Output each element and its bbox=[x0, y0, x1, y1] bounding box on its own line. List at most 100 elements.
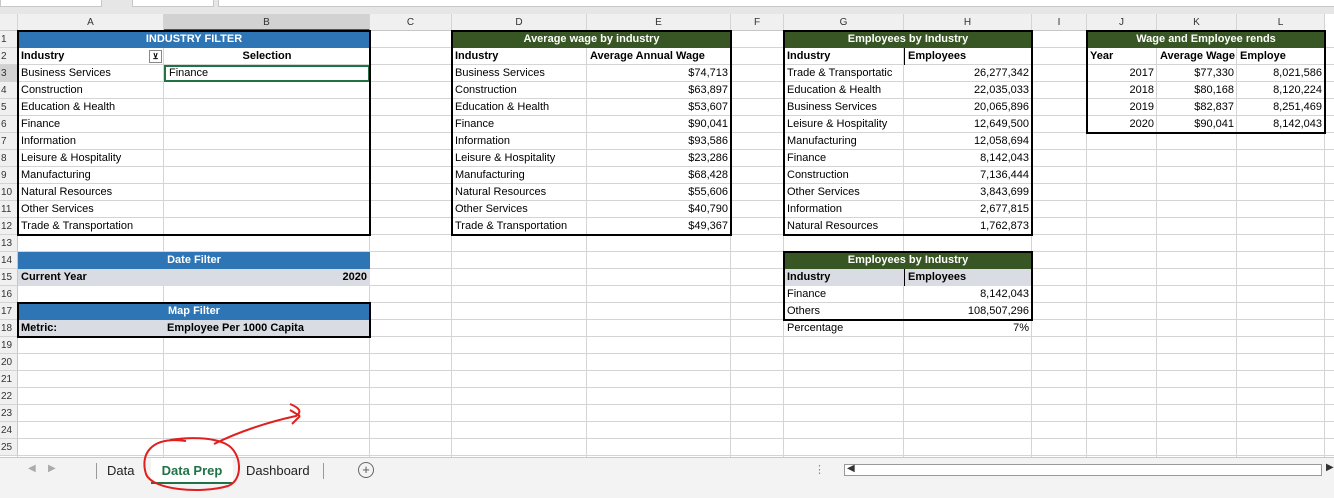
industry-filter-col-selection[interactable]: Selection bbox=[164, 48, 370, 65]
emp-industry-name[interactable]: Finance bbox=[784, 150, 904, 167]
column-header-i[interactable]: I bbox=[1032, 14, 1087, 31]
avg-wage-value[interactable]: $49,367 bbox=[587, 218, 731, 235]
column-header-h[interactable]: H bbox=[904, 14, 1032, 31]
trends-wage[interactable]: $82,837 bbox=[1157, 99, 1237, 116]
row-header-7[interactable]: 7 bbox=[0, 133, 18, 150]
row-header-9[interactable]: 9 bbox=[0, 167, 18, 184]
trends-year[interactable]: 2018 bbox=[1087, 82, 1157, 99]
emp-industry-value[interactable]: 20,065,896 bbox=[904, 99, 1032, 116]
emp-industry-value[interactable]: 3,843,699 bbox=[904, 184, 1032, 201]
industry-filter-title[interactable]: INDUSTRY FILTER bbox=[18, 31, 370, 48]
avg-wage-value[interactable]: $74,713 bbox=[587, 65, 731, 82]
trends-year[interactable]: 2020 bbox=[1087, 116, 1157, 133]
avg-wage-industry[interactable]: Manufacturing bbox=[452, 167, 587, 184]
emp-share-value[interactable]: 108,507,296 bbox=[904, 303, 1032, 320]
horizontal-scrollbar[interactable]: ◀ bbox=[844, 463, 1322, 476]
avg-wage-industry[interactable]: Business Services bbox=[452, 65, 587, 82]
column-header-b[interactable]: B bbox=[164, 14, 370, 31]
trends-title[interactable]: Wage and Employee rends bbox=[1087, 31, 1325, 48]
row-header-8[interactable]: 8 bbox=[0, 150, 18, 167]
trends-col-wage[interactable]: Average Wage bbox=[1157, 48, 1237, 65]
trends-col-year[interactable]: Year bbox=[1087, 48, 1157, 65]
row-header-12[interactable]: 12 bbox=[0, 218, 18, 235]
filter-dropdown-icon[interactable]: ⊻ bbox=[149, 50, 162, 63]
emp-industry-col-industry[interactable]: Industry bbox=[784, 48, 904, 65]
map-filter-title[interactable]: Map Filter bbox=[18, 303, 370, 320]
emp-share-name[interactable]: Others bbox=[784, 303, 904, 320]
row-header-2[interactable]: 2 bbox=[0, 48, 18, 65]
industry-filter-item[interactable]: Information bbox=[18, 133, 164, 150]
row-header-11[interactable]: 11 bbox=[0, 201, 18, 218]
avg-wage-value[interactable]: $63,897 bbox=[587, 82, 731, 99]
row-header-18[interactable]: 18 bbox=[0, 320, 18, 337]
emp-industry-col-employees[interactable]: Employees bbox=[904, 48, 1032, 65]
row-header-4[interactable]: 4 bbox=[0, 82, 18, 99]
map-filter-label[interactable]: Metric: bbox=[18, 320, 164, 337]
date-filter-label[interactable]: Current Year bbox=[18, 269, 164, 286]
tab-dashboard[interactable]: Dashboard bbox=[240, 458, 316, 484]
column-header-k[interactable]: K bbox=[1157, 14, 1237, 31]
avg-wage-industry[interactable]: Natural Resources bbox=[452, 184, 587, 201]
avg-wage-value[interactable]: $93,586 bbox=[587, 133, 731, 150]
row-header-25[interactable]: 25 bbox=[0, 439, 18, 456]
row-header-17[interactable]: 17 bbox=[0, 303, 18, 320]
date-filter-value[interactable]: 2020 bbox=[164, 269, 370, 286]
scrollbar-grip-icon[interactable]: ⋮ bbox=[814, 463, 825, 476]
avg-wage-industry[interactable]: Education & Health bbox=[452, 99, 587, 116]
avg-wage-value[interactable]: $40,790 bbox=[587, 201, 731, 218]
emp-industry-name[interactable]: Education & Health bbox=[784, 82, 904, 99]
map-filter-value[interactable]: Employee Per 1000 Capita bbox=[164, 320, 370, 337]
avg-wage-col-industry[interactable]: Industry bbox=[452, 48, 587, 65]
avg-wage-value[interactable]: $53,607 bbox=[587, 99, 731, 116]
emp-industry-value[interactable]: 12,058,694 bbox=[904, 133, 1032, 150]
row-header-10[interactable]: 10 bbox=[0, 184, 18, 201]
trends-col-employees[interactable]: Employe bbox=[1237, 48, 1325, 65]
industry-filter-item[interactable]: Trade & Transportation bbox=[18, 218, 164, 235]
column-header-a[interactable]: A bbox=[18, 14, 164, 31]
avg-wage-value[interactable]: $68,428 bbox=[587, 167, 731, 184]
row-header-23[interactable]: 23 bbox=[0, 405, 18, 422]
avg-wage-col-wage[interactable]: Average Annual Wage bbox=[587, 48, 731, 65]
emp-share-name[interactable]: Finance bbox=[784, 286, 904, 303]
industry-filter-item[interactable]: Education & Health bbox=[18, 99, 164, 116]
emp-industry-title[interactable]: Employees by Industry bbox=[784, 31, 1032, 48]
add-sheet-icon[interactable]: + bbox=[358, 462, 374, 478]
emp-share-pct-label[interactable]: Percentage bbox=[784, 320, 904, 337]
trends-employees[interactable]: 8,251,469 bbox=[1237, 99, 1325, 116]
emp-industry-name[interactable]: Natural Resources bbox=[784, 218, 904, 235]
emp-industry-value[interactable]: 7,136,444 bbox=[904, 167, 1032, 184]
industry-filter-col-industry[interactable]: Industry ⊻ bbox=[18, 48, 164, 65]
row-header-19[interactable]: 19 bbox=[0, 337, 18, 354]
emp-industry-name[interactable]: Leisure & Hospitality bbox=[784, 116, 904, 133]
row-header-13[interactable]: 13 bbox=[0, 235, 18, 252]
spreadsheet-grid[interactable]: A B C D E F G H I J K L 1 2 3 4 5 6 7 8 9 10 11 12 13 14 15 16 17 18 1… bbox=[0, 14, 1334, 457]
industry-filter-item[interactable]: Manufacturing bbox=[18, 167, 164, 184]
emp-industry-name[interactable]: Manufacturing bbox=[784, 133, 904, 150]
industry-filter-item[interactable]: Other Services bbox=[18, 201, 164, 218]
industry-filter-item[interactable]: Business Services bbox=[18, 65, 164, 82]
trends-employees[interactable]: 8,120,224 bbox=[1237, 82, 1325, 99]
industry-filter-item[interactable]: Natural Resources bbox=[18, 184, 164, 201]
row-header-14[interactable]: 14 bbox=[0, 252, 18, 269]
avg-wage-industry[interactable]: Trade & Transportation bbox=[452, 218, 587, 235]
scroll-left-icon[interactable]: ◀ bbox=[28, 463, 36, 474]
industry-filter-item[interactable]: Leisure & Hospitality bbox=[18, 150, 164, 167]
trends-year[interactable]: 2019 bbox=[1087, 99, 1157, 116]
emp-industry-value[interactable]: 1,762,873 bbox=[904, 218, 1032, 235]
emp-industry-name[interactable]: Information bbox=[784, 201, 904, 218]
trends-year[interactable]: 2017 bbox=[1087, 65, 1157, 82]
row-header-3[interactable]: 3 bbox=[0, 65, 18, 82]
scroll-right-arrow-icon[interactable]: ▶ bbox=[1326, 462, 1334, 473]
avg-wage-industry[interactable]: Information bbox=[452, 133, 587, 150]
avg-wage-value[interactable]: $55,606 bbox=[587, 184, 731, 201]
trends-employees[interactable]: 8,021,586 bbox=[1237, 65, 1325, 82]
column-header-f[interactable]: F bbox=[731, 14, 784, 31]
trends-wage[interactable]: $90,041 bbox=[1157, 116, 1237, 133]
avg-wage-value[interactable]: $90,041 bbox=[587, 116, 731, 133]
avg-wage-industry[interactable]: Finance bbox=[452, 116, 587, 133]
industry-filter-item[interactable]: Construction bbox=[18, 82, 164, 99]
emp-share-pct-value[interactable]: 7% bbox=[904, 320, 1032, 337]
emp-share-value[interactable]: 8,142,043 bbox=[904, 286, 1032, 303]
emp-industry-name[interactable]: Business Services bbox=[784, 99, 904, 116]
emp-industry-value[interactable]: 22,035,033 bbox=[904, 82, 1032, 99]
